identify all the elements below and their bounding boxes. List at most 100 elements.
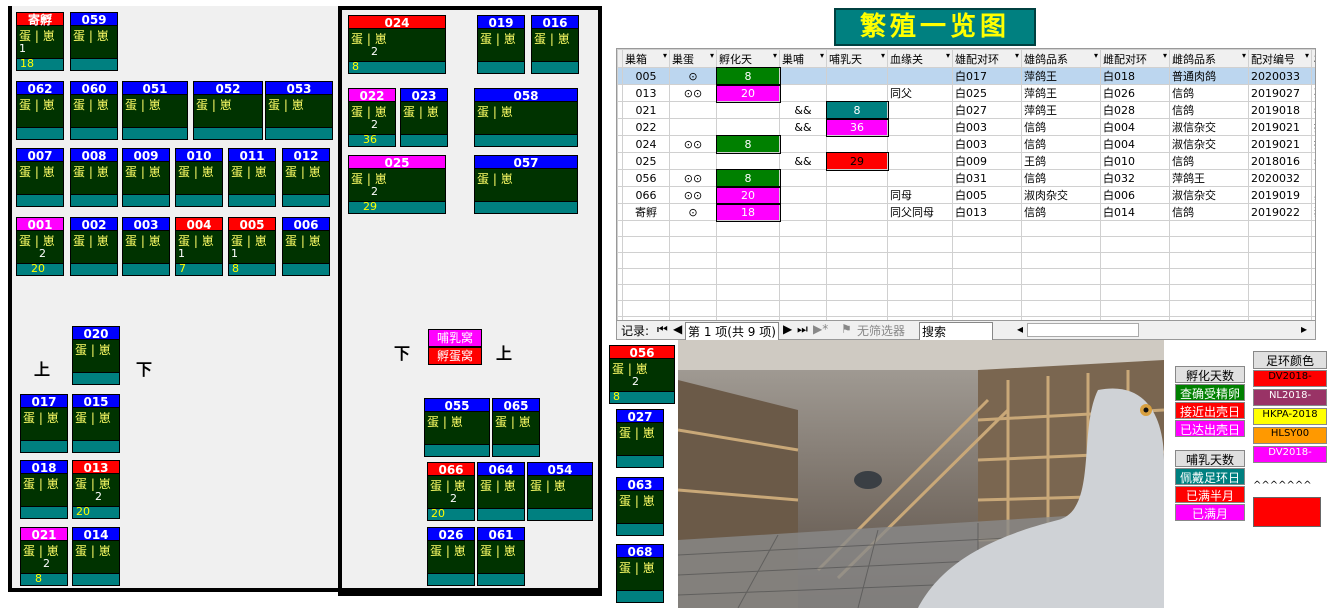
table-cell[interactable] [669, 101, 717, 119]
col-header-6[interactable]: 雄配对环 ▾ [952, 49, 1022, 68]
nest-053[interactable]: 053 蛋 | 崽 [265, 81, 333, 140]
table-cell[interactable]: 白006 [1100, 186, 1170, 204]
table-row[interactable]: 024⊙⊙8 白003信鸽白004淑信杂交2019021推 [617, 134, 1315, 154]
table-cell[interactable]: 王鸽 [1021, 152, 1101, 170]
table-cell[interactable]: 白005 [952, 186, 1022, 204]
ring-color-swatch[interactable] [1253, 497, 1321, 527]
table-cell[interactable] [779, 67, 827, 85]
table-row[interactable]: 066⊙⊙20 同母白005淑肉杂交白006淑信杂交2019019黑 [617, 185, 1315, 205]
table-cell[interactable]: 2019018 [1248, 101, 1312, 119]
table-cell[interactable] [716, 152, 780, 170]
table-cell[interactable]: 信鸽 [1021, 169, 1101, 187]
table-row[interactable]: 021 &&8 白027萍鸽王白028信鸽2019018老 [617, 100, 1315, 120]
table-cell[interactable]: 信鸽 [1169, 203, 1249, 221]
nest-003[interactable]: 003 蛋 | 崽 [122, 217, 170, 276]
table-cell[interactable]: 白003 [952, 135, 1022, 153]
table-cell[interactable]: 白010 [1100, 152, 1170, 170]
table-cell[interactable]: 024 [622, 135, 670, 153]
table-cell[interactable]: 2019027 [1248, 84, 1312, 102]
table-cell[interactable] [826, 203, 888, 221]
table-cell[interactable] [887, 152, 953, 170]
nest-055[interactable]: 055 蛋 | 崽 [424, 398, 490, 457]
table-cell[interactable]: 萍鸽王 [1169, 169, 1249, 187]
table-cell[interactable] [779, 203, 827, 221]
chevron-down-icon[interactable]: ▾ [773, 51, 777, 60]
breeding-grid[interactable]: 巢箱 ▾ 巢蛋 ▾ 孵化天 ▾ 巢哺 ▾ 哺乳天 ▾ 血缘关 ▾ 雄配对环 ▾ 雄鸽品系 ▾ 雌配对环 ▾ 雌鸽品系… [616, 48, 1316, 322]
chevron-down-icon[interactable]: ▾ [1163, 51, 1167, 60]
table-cell[interactable]: ⊙ [669, 203, 717, 221]
nest-021[interactable]: 021 蛋 | 崽28 [20, 527, 68, 586]
table-cell[interactable]: 中 [1311, 169, 1315, 187]
table-cell[interactable]: 白014 [1100, 203, 1170, 221]
table-cell[interactable]: && [779, 101, 827, 119]
table-cell[interactable]: 白003 [952, 118, 1022, 136]
table-cell[interactable] [779, 186, 827, 204]
nest-013[interactable]: 013 蛋 | 崽 2 20 [72, 460, 120, 519]
table-cell[interactable]: 066 [622, 186, 670, 204]
search-input[interactable]: 搜索 [919, 322, 993, 341]
nest-016[interactable]: 016 蛋 | 崽 [531, 15, 579, 74]
col-header-7[interactable]: 雄鸽品系 ▾ [1021, 49, 1101, 68]
table-cell[interactable]: 白018 [1100, 67, 1170, 85]
nest-020[interactable]: 020 蛋 | 崽 [72, 326, 120, 385]
table-cell[interactable]: 推 [1311, 118, 1315, 136]
col-header-0[interactable]: 巢箱 ▾ [622, 49, 670, 68]
table-cell[interactable]: 老 [1311, 152, 1315, 170]
table-cell[interactable]: 2019021 [1248, 118, 1312, 136]
table-cell[interactable]: 白013 [952, 203, 1022, 221]
table-cell[interactable]: 8 [715, 134, 781, 154]
nest-060[interactable]: 060 蛋 | 崽 [70, 81, 118, 140]
col-header-8[interactable]: 雌配对环 ▾ [1100, 49, 1170, 68]
table-cell[interactable]: 信鸽 [1169, 152, 1249, 170]
nest-056[interactable]: 056 蛋 | 崽28 [609, 345, 675, 404]
table-cell[interactable]: && [779, 118, 827, 136]
table-cell[interactable]: 黑 [1311, 186, 1315, 204]
nest-026[interactable]: 026 蛋 | 崽 [427, 527, 475, 586]
table-cell[interactable]: 信鸽 [1169, 84, 1249, 102]
nest-寄孵[interactable]: 寄孵蛋 | 崽 1 18 [16, 12, 64, 71]
table-cell[interactable]: 医 [1311, 67, 1315, 85]
table-row[interactable]: 022 &&36 白003信鸽白004淑信杂交2019021推 [617, 117, 1315, 137]
table-cell[interactable]: 013 [622, 84, 670, 102]
table-cell[interactable]: 萍鸽王 [1021, 101, 1101, 119]
table-cell[interactable] [716, 118, 780, 136]
col-header-3[interactable]: 巢哺 ▾ [779, 49, 827, 68]
table-cell[interactable] [779, 169, 827, 187]
nest-052[interactable]: 052 蛋 | 崽 [193, 81, 263, 140]
table-cell[interactable]: 2019019 [1248, 186, 1312, 204]
table-cell[interactable]: ⊙⊙ [669, 84, 717, 102]
table-cell[interactable]: 白004 [1100, 118, 1170, 136]
table-cell[interactable]: 老 [1311, 101, 1315, 119]
chevron-down-icon[interactable]: ▾ [1015, 51, 1019, 60]
nest-014[interactable]: 014 蛋 | 崽 [72, 527, 120, 586]
table-cell[interactable]: 普通肉鸽 [1169, 67, 1249, 85]
table-cell[interactable]: 白032 [1100, 169, 1170, 187]
table-cell[interactable]: 白026 [1100, 84, 1170, 102]
table-cell[interactable] [669, 118, 717, 136]
nest-064[interactable]: 064 蛋 | 崽 [477, 462, 525, 521]
table-cell[interactable] [779, 135, 827, 153]
last-record-icon[interactable]: ⏭ [797, 322, 808, 337]
table-cell[interactable]: 寄孵 [622, 203, 670, 221]
nest-008[interactable]: 008 蛋 | 崽 [70, 148, 118, 207]
nest-015[interactable]: 015 蛋 | 崽 [72, 394, 120, 453]
col-header-11[interactable]: 雄鸽▾ [1311, 49, 1315, 68]
table-cell[interactable]: && [779, 152, 827, 170]
table-cell[interactable]: 白027 [952, 101, 1022, 119]
nest-006[interactable]: 006 蛋 | 崽 [282, 217, 330, 276]
new-record-icon[interactable]: ▶* [813, 322, 828, 336]
nest-002[interactable]: 002 蛋 | 崽 [70, 217, 118, 276]
table-cell[interactable]: ⊙ [669, 67, 717, 85]
chevron-down-icon[interactable]: ▾ [1094, 51, 1098, 60]
chevron-down-icon[interactable]: ▾ [663, 51, 667, 60]
nest-054[interactable]: 054 蛋 | 崽 [527, 462, 593, 521]
table-cell[interactable] [716, 101, 780, 119]
chevron-down-icon[interactable]: ▾ [820, 51, 824, 60]
table-cell[interactable]: 2020032 [1248, 169, 1312, 187]
table-cell[interactable]: 8 [715, 66, 781, 86]
nest-019[interactable]: 019 蛋 | 崽 [477, 15, 525, 74]
nest-023[interactable]: 023 蛋 | 崽 [400, 88, 448, 147]
nest-001[interactable]: 001 蛋 | 崽 2 20 [16, 217, 64, 276]
table-cell[interactable]: 白004 [1100, 135, 1170, 153]
table-cell[interactable]: 8 [825, 100, 889, 120]
